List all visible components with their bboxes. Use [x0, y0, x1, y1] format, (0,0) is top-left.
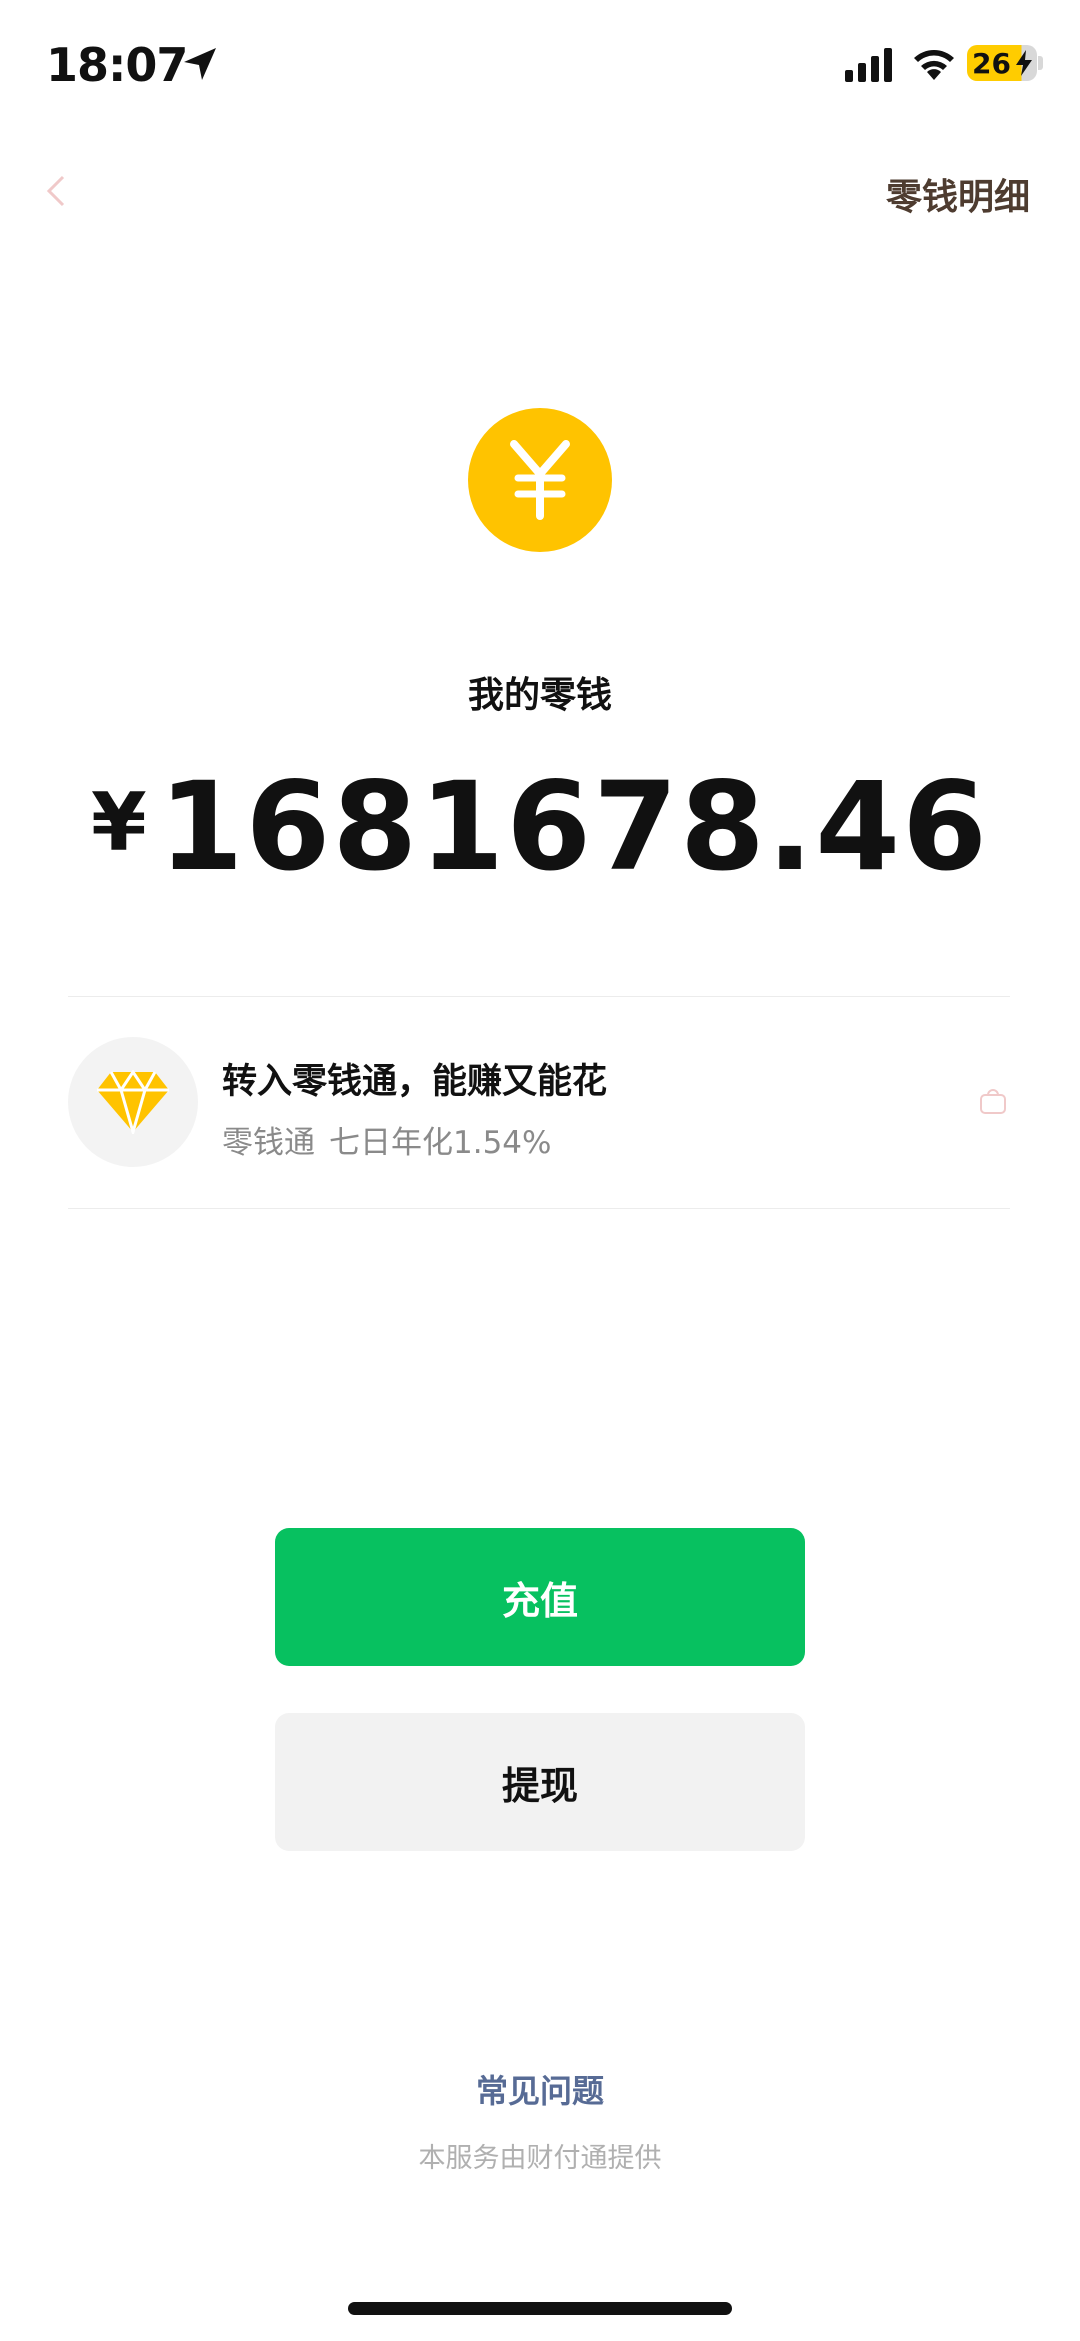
promo-title[interactable]: 转入零钱通，能赚又能花: [222, 1053, 607, 1104]
location-arrow-icon: [184, 48, 216, 80]
signal-bars-icon: [845, 48, 892, 82]
status-time: 18:07: [46, 38, 188, 92]
battery-level: 26: [972, 47, 1011, 80]
divider-bottom: [68, 1208, 1010, 1209]
top-up-button[interactable]: 充值: [275, 1528, 805, 1666]
promo-subtitle[interactable]: 零钱通 七日年化1.54%: [222, 1117, 551, 1162]
battery-tip: [1038, 56, 1043, 70]
withdraw-button[interactable]: 提现: [275, 1713, 805, 1851]
promo-rate: 七日年化1.54%: [329, 1125, 552, 1161]
battery-indicator: 26: [967, 45, 1037, 81]
change-details-link[interactable]: 零钱明细: [886, 168, 1030, 220]
balance-display: ¥1681678.46: [0, 756, 1080, 898]
wallet-title: 我的零钱: [467, 675, 612, 716]
back-arrow-icon[interactable]: [44, 174, 68, 208]
home-indicator[interactable]: [348, 2302, 732, 2315]
diamond-icon: [97, 1070, 169, 1134]
yuan-coin-icon: [468, 408, 612, 552]
divider-top: [68, 996, 1010, 997]
charging-bolt-icon: [1016, 50, 1032, 76]
wifi-icon: [914, 50, 954, 80]
faq-link[interactable]: 常见问题: [0, 2066, 1080, 2112]
currency-symbol: ¥: [90, 776, 147, 869]
promo-icon[interactable]: [68, 1037, 198, 1167]
balance-amount: 1681678.46: [158, 756, 989, 898]
promo-product: 零钱通: [222, 1125, 315, 1161]
provider-note: 本服务由财付通提供: [418, 2143, 662, 2174]
promo-arrow-icon[interactable]: [978, 1087, 1008, 1117]
